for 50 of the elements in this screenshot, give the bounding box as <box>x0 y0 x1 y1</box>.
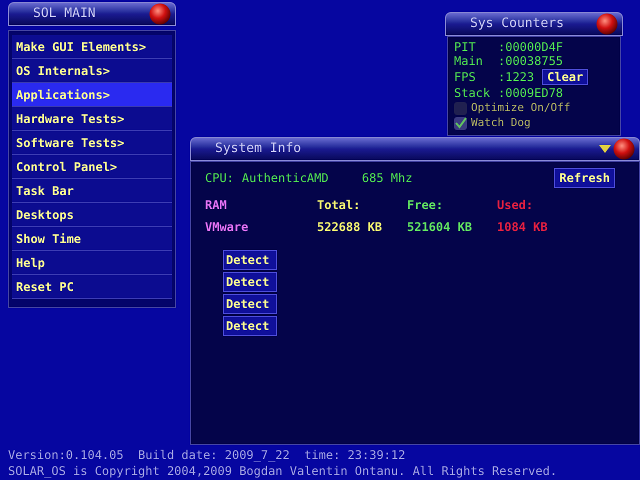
cpu-label: CPU: <box>205 170 234 187</box>
counter-label: Stack <box>454 86 492 100</box>
detect-button[interactable]: Detect <box>223 316 277 336</box>
window-title: System Info <box>215 140 302 158</box>
cpu-name: AuthenticAMD <box>242 170 330 187</box>
menu-item[interactable]: Desktops <box>12 203 172 227</box>
ram-value: 1084 KB <box>497 219 549 236</box>
counter-value: :00000D4F <box>498 40 564 54</box>
menu-item[interactable]: Help <box>12 251 172 275</box>
option-label: Optimize On/Off <box>471 101 570 115</box>
option-label: Watch Dog <box>471 116 531 130</box>
counter-value: :0009ED78 <box>498 86 564 100</box>
counter-value: :1223 <box>498 70 534 84</box>
detect-button[interactable]: Detect <box>223 294 277 314</box>
menu-item[interactable]: Control Panel> <box>12 155 172 179</box>
counter-label: FPS <box>454 70 477 84</box>
menu-item[interactable]: Reset PC <box>12 275 172 299</box>
dropdown-triangle-icon[interactable] <box>599 145 611 153</box>
checkbox[interactable] <box>454 116 467 130</box>
menu-item[interactable]: Task Bar <box>12 179 172 203</box>
menu-item[interactable]: Make GUI Elements> <box>12 35 172 59</box>
counter-label: PIT <box>454 40 477 54</box>
menu-item[interactable]: Applications> <box>12 83 172 107</box>
window-title: Sys Counters <box>470 15 565 34</box>
counter-label: Main <box>454 54 484 68</box>
refresh-button[interactable]: Refresh <box>554 168 615 188</box>
checkbox[interactable] <box>454 102 467 114</box>
window-title: SOL MAIN <box>33 5 97 24</box>
detect-button[interactable]: Detect <box>223 272 277 292</box>
sphere-icon[interactable] <box>613 138 635 160</box>
ram-header: RAM <box>205 197 228 214</box>
footer-text: SOLAR_OS is Copyright 2004,2009 Bogdan Valentin Ontanu. All Rights Reserved. <box>8 463 558 479</box>
menu-item[interactable]: Show Time <box>12 227 172 251</box>
footer-text: Version:0.104.05 Build date: 2009_7_22 time: 23:39:12 <box>8 447 406 463</box>
detect-button[interactable]: Detect <box>223 250 277 270</box>
check-icon <box>454 117 466 129</box>
clear-button[interactable]: Clear <box>542 69 588 85</box>
counter-value: :00038755 <box>498 54 564 68</box>
ram-header: Total: <box>317 197 362 214</box>
menu-item[interactable]: Software Tests> <box>12 131 172 155</box>
cpu-speed: 685 Mhz <box>362 170 412 187</box>
sphere-icon[interactable] <box>596 13 618 35</box>
ram-value: 521604 KB <box>407 219 474 236</box>
ram-header: Free: <box>407 197 444 214</box>
menu-item[interactable]: Hardware Tests> <box>12 107 172 131</box>
ram-header: Used: <box>497 197 534 214</box>
menu-item[interactable]: OS Internals> <box>12 59 172 83</box>
ram-value: VMware <box>205 219 250 236</box>
sphere-icon[interactable] <box>149 3 171 25</box>
ram-value: 522688 KB <box>317 219 384 236</box>
